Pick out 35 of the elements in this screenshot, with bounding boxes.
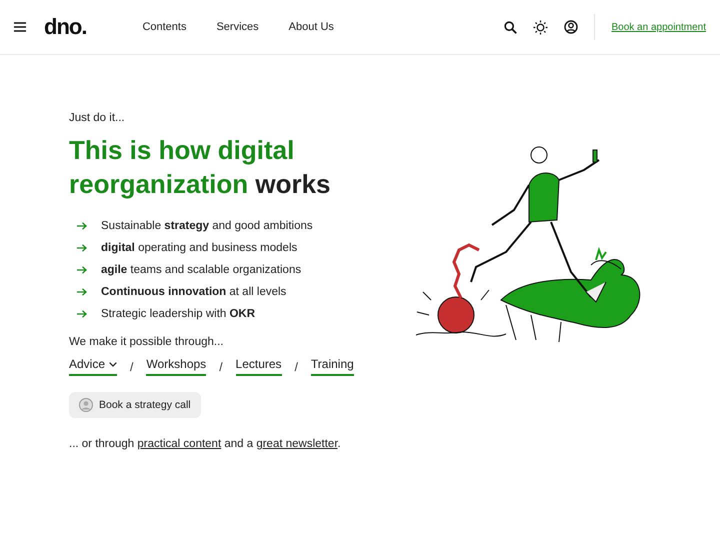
- arrow-icon: [77, 222, 87, 230]
- arrow-icon: [77, 266, 87, 274]
- footer-text: ... or through practical content and a great newsletter.: [69, 438, 342, 450]
- sun-icon[interactable]: [533, 20, 548, 34]
- nav-link[interactable]: About Us: [288, 21, 334, 33]
- service-link[interactable]: Advice: [69, 357, 118, 376]
- service-link[interactable]: Workshops: [146, 357, 206, 376]
- logo[interactable]: dno.: [44, 14, 86, 40]
- avatar-icon: [79, 398, 93, 412]
- arrow-icon: [77, 310, 87, 318]
- through-text: We make it possible through...: [69, 336, 224, 348]
- menu-icon[interactable]: [14, 22, 26, 32]
- feature-text: digital operating and business models: [101, 242, 298, 254]
- search-icon[interactable]: [504, 20, 518, 34]
- strategy-call-button[interactable]: Book a strategy call: [69, 392, 201, 418]
- hero-heading: This is how digital reorganization works: [69, 134, 332, 201]
- book-appointment-link[interactable]: Book an appointment: [611, 22, 706, 32]
- feature-text: Sustainable strategy and good ambitions: [101, 220, 313, 232]
- newsletter-link[interactable]: great newsletter: [256, 438, 338, 450]
- separator-text: /: [130, 360, 134, 374]
- arrow-icon: [77, 244, 87, 252]
- separator-text: /: [219, 360, 223, 374]
- practical-content-link[interactable]: practical content: [137, 438, 222, 450]
- separator-text: /: [294, 360, 298, 374]
- nav-link[interactable]: Contents: [142, 21, 186, 33]
- eyebrow-text: Just do it...: [69, 112, 126, 124]
- caret-icon: [109, 362, 118, 366]
- arrow-icon: [77, 288, 87, 296]
- user-icon[interactable]: [564, 20, 578, 34]
- service-link[interactable]: Lectures: [236, 357, 282, 376]
- feature-text: agile teams and scalable organizations: [101, 264, 302, 276]
- nav-link[interactable]: Services: [216, 21, 259, 33]
- service-link[interactable]: Training: [310, 357, 354, 376]
- feature-text: Continuous innovation at all levels: [101, 286, 286, 298]
- feature-text: Strategic leadership with OKR: [101, 308, 256, 320]
